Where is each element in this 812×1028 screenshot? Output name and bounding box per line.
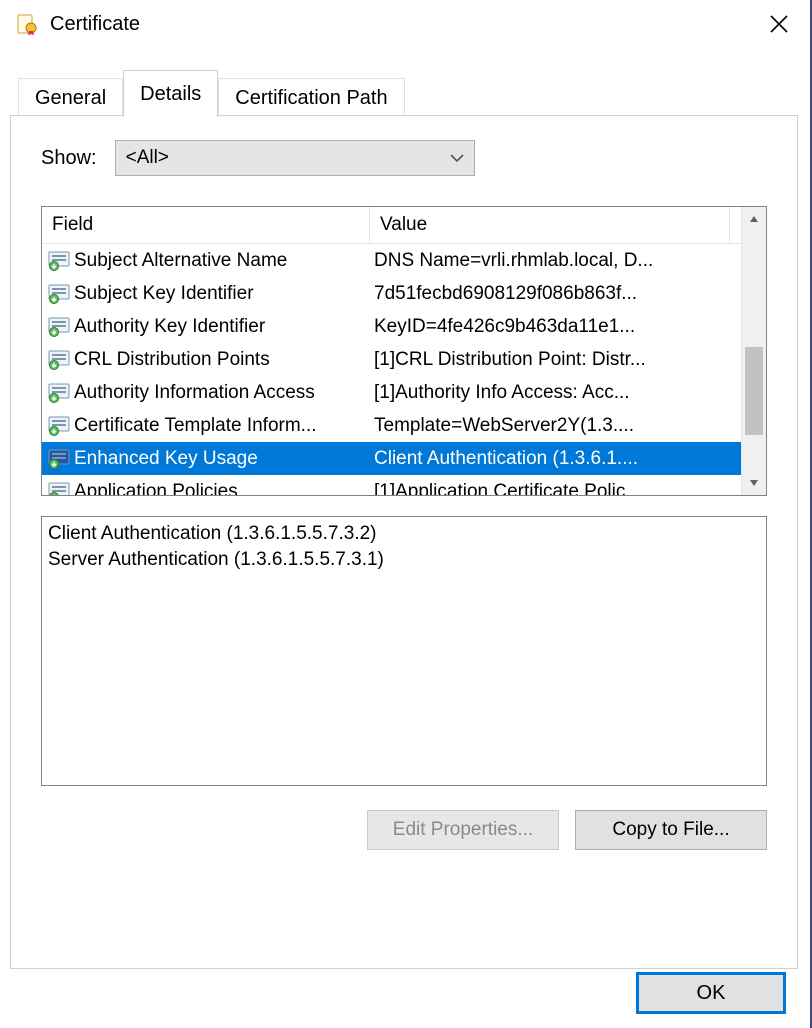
row-value-text: [1]CRL Distribution Point: Distr...: [374, 349, 646, 370]
row-value-text: [1]Application Certificate Polic: [374, 481, 625, 497]
row-field-text: Application Policies: [74, 481, 238, 497]
field-detail-text[interactable]: Client Authentication (1.3.6.1.5.5.7.3.2…: [41, 516, 767, 786]
column-header-value[interactable]: Value: [370, 207, 730, 243]
row-field-text: Subject Alternative Name: [74, 250, 287, 272]
row-value-text: KeyID=4fe426c9b463da11e1...: [374, 316, 635, 337]
edit-properties-label: Edit Properties...: [393, 819, 533, 841]
row-value-text: 7d51fecbd6908129f086b863f...: [374, 283, 637, 304]
show-row: Show: <All>: [41, 140, 475, 176]
table-row[interactable]: Subject Key Identifier 7d51fecbd6908129f0…: [42, 277, 766, 310]
ok-label: OK: [697, 982, 726, 1005]
table-row[interactable]: Application Policies [1]Application Certi…: [42, 475, 766, 496]
close-button[interactable]: [756, 1, 802, 47]
tab-general[interactable]: General: [18, 78, 123, 117]
tab-certpath-label: Certification Path: [235, 87, 387, 110]
row-value-text: Template=WebServer2Y(1.3....: [374, 415, 634, 436]
window-title: Certificate: [50, 13, 140, 36]
scroll-down-icon[interactable]: [742, 471, 766, 495]
tab-details[interactable]: Details: [123, 70, 218, 117]
row-field-text: Certificate Template Inform...: [74, 415, 317, 437]
row-value-text: DNS Name=vrli.rhmlab.local, D...: [374, 250, 653, 271]
tab-general-label: General: [35, 87, 106, 110]
fields-header: Field Value: [42, 207, 766, 244]
fields-listbox: Field Value Subject Alternative Name DNS …: [41, 206, 767, 496]
row-field-text: Authority Key Identifier: [74, 316, 265, 338]
row-value-text: Client Authentication (1.3.6.1....: [374, 448, 638, 469]
row-field-text: Subject Key Identifier: [74, 283, 254, 305]
table-row[interactable]: Enhanced Key Usage Client Authentication …: [42, 442, 766, 475]
table-row[interactable]: CRL Distribution Points [1]CRL Distributi…: [42, 343, 766, 376]
fields-scrollbar[interactable]: [741, 207, 766, 495]
row-value-text: [1]Authority Info Access: Acc...: [374, 382, 630, 403]
certificate-dialog: Certificate General Details Certificatio…: [0, 0, 812, 1028]
scroll-up-icon[interactable]: [742, 207, 766, 231]
copy-to-file-button[interactable]: Copy to File...: [575, 810, 767, 850]
table-row[interactable]: Certificate Template Inform... Template=W…: [42, 409, 766, 442]
certificate-icon: [16, 13, 38, 35]
table-row[interactable]: Authority Key Identifier KeyID=4fe426c9b4…: [42, 310, 766, 343]
row-field-text: CRL Distribution Points: [74, 349, 270, 371]
show-label: Show:: [41, 147, 97, 170]
table-row[interactable]: Authority Information Access [1]Authority…: [42, 376, 766, 409]
table-row[interactable]: Subject Alternative Name DNS Name=vrli.rh…: [42, 244, 766, 277]
button-row: Edit Properties... Copy to File...: [11, 810, 767, 850]
dialog-body: General Details Certification Path Show:…: [10, 70, 798, 970]
scroll-thumb[interactable]: [745, 347, 763, 435]
tabstrip: General Details Certification Path: [18, 70, 405, 116]
show-dropdown-value: <All>: [126, 147, 169, 169]
copy-to-file-label: Copy to File...: [612, 819, 729, 841]
ok-button[interactable]: OK: [636, 972, 786, 1014]
edit-properties-button: Edit Properties...: [367, 810, 559, 850]
row-field-text: Authority Information Access: [74, 382, 315, 404]
column-header-field[interactable]: Field: [42, 207, 370, 243]
show-dropdown[interactable]: <All>: [115, 140, 475, 176]
tab-certification-path[interactable]: Certification Path: [218, 78, 404, 117]
chevron-down-icon: [450, 153, 464, 163]
row-field-text: Enhanced Key Usage: [74, 448, 258, 470]
titlebar: Certificate: [0, 0, 810, 48]
tab-details-label: Details: [140, 83, 201, 106]
tab-panel-details: Show: <All> Field Value Subject Alternat…: [10, 115, 798, 969]
fields-rows: Subject Alternative Name DNS Name=vrli.rh…: [42, 244, 766, 496]
